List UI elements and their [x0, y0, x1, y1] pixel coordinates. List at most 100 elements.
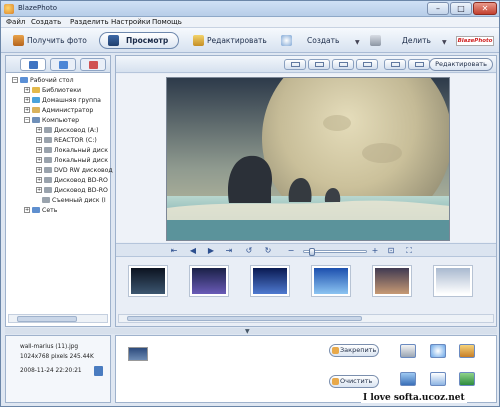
next-image-icon[interactable]: ⇥ [224, 246, 234, 255]
tree-item-label: Дисковод BD-RO [54, 187, 108, 194]
play-icon[interactable]: ▶ [206, 246, 216, 255]
tree-item[interactable]: − Рабочий стол [12, 76, 74, 86]
tree-item[interactable]: + REACTOR (C:) [36, 136, 97, 146]
slideshow-icon[interactable] [400, 372, 416, 386]
expand-icon[interactable]: + [24, 97, 30, 103]
thumbnail-lightning[interactable] [189, 265, 229, 297]
expand-icon[interactable]: + [36, 137, 42, 143]
menu-share[interactable]: Разделить [70, 18, 109, 26]
expand-icon[interactable]: + [24, 107, 30, 113]
export-icon[interactable] [459, 372, 475, 386]
scrollbar-thumb[interactable] [17, 316, 77, 322]
viewer-edit-button[interactable]: Редактировать [429, 58, 493, 71]
tab-favorites[interactable] [80, 58, 106, 71]
zoom-slider-thumb[interactable] [309, 248, 315, 256]
thumbnail-scrollbar[interactable] [118, 314, 494, 323]
save-as-icon[interactable] [459, 344, 475, 358]
pin-button[interactable]: Закрепить [329, 344, 379, 357]
tree-item[interactable]: + Локальный диск [36, 146, 108, 156]
tree-item[interactable]: + Сеть [24, 206, 57, 216]
menu-file[interactable]: Файл [6, 18, 25, 26]
tree-item[interactable]: + Дисковод BD-RO [36, 176, 108, 186]
minimize-button[interactable]: – [427, 2, 449, 15]
thumbnail-white-cloud[interactable] [433, 265, 473, 297]
expand-icon[interactable]: + [24, 87, 30, 93]
share-chevron-down-icon[interactable]: ▼ [442, 39, 447, 46]
slideshow-view-button[interactable] [384, 59, 406, 70]
folder-tree-icon [29, 61, 38, 69]
close-button[interactable]: ✕ [473, 2, 497, 15]
rotate-left-icon[interactable]: ↺ [244, 246, 254, 255]
title-bar: BlazePhoto – □ ✕ [1, 1, 499, 17]
expand-icon[interactable]: + [36, 177, 42, 183]
file-properties-icon[interactable] [94, 366, 103, 376]
previous-image-icon[interactable]: ◀ [188, 246, 198, 255]
share-label: Делить [402, 36, 431, 45]
cd-burn-icon[interactable] [430, 344, 446, 358]
edit-button[interactable]: Редактировать [191, 32, 267, 49]
folder-icon [32, 107, 40, 113]
print-icon[interactable] [400, 344, 416, 358]
tree-item[interactable]: + Дисковод (A:) [36, 126, 99, 136]
zoom-out-icon[interactable]: − [286, 246, 296, 255]
compare-view-button[interactable] [356, 59, 378, 70]
expand-icon[interactable]: + [36, 157, 42, 163]
folder-icon [44, 167, 52, 173]
menu-settings[interactable]: Настройки [111, 18, 151, 26]
grid-view-button[interactable] [308, 59, 330, 70]
tree-item[interactable]: + Локальный диск [36, 156, 108, 166]
filmstrip-view-button[interactable] [332, 59, 354, 70]
create-chevron-down-icon[interactable]: ▼ [355, 39, 360, 46]
zoom-in-icon[interactable]: + [370, 246, 380, 255]
fit-to-window-icon[interactable]: ⊡ [386, 246, 396, 255]
tree-item-label: Администратор [42, 107, 94, 114]
thumbnail-dusk-shore[interactable] [372, 265, 412, 297]
rotate-right-icon[interactable]: ↻ [263, 246, 273, 255]
fullscreen-icon[interactable]: ⛶ [404, 246, 414, 255]
app-icon [4, 4, 14, 14]
single-view-button[interactable] [284, 59, 306, 70]
main-photo[interactable] [166, 77, 450, 241]
panel-splitter[interactable]: ▼ [5, 328, 497, 335]
tree-item[interactable]: + Библиотеки [24, 86, 81, 96]
expand-icon[interactable]: + [36, 147, 42, 153]
album-icon [59, 61, 68, 69]
expand-icon[interactable]: + [36, 127, 42, 133]
folder-panel-scrollbar[interactable] [8, 314, 108, 323]
tree-item[interactable]: + DVD RW дисковод [36, 166, 113, 176]
menu-create[interactable]: Создать [31, 18, 61, 26]
tree-item[interactable]: − Компьютер [24, 116, 79, 126]
tree-item[interactable]: + Дисковод BD-RO [36, 186, 108, 196]
tray-photo-thumbnail[interactable] [128, 347, 148, 361]
moon-landscape-image [167, 78, 449, 240]
expand-icon[interactable]: + [36, 167, 42, 173]
thumbnail-night-sky[interactable] [128, 265, 168, 297]
menu-help[interactable]: Помощь [152, 18, 182, 26]
expand-icon[interactable]: + [36, 187, 42, 193]
tree-item[interactable]: + Домашняя группа [24, 96, 101, 106]
zoom-slider[interactable] [303, 248, 367, 256]
favorites-icon [89, 61, 98, 69]
email-icon[interactable] [430, 372, 446, 386]
get-photo-button[interactable]: Получить фото [11, 32, 87, 49]
thumbnail-blue-tree[interactable] [311, 265, 351, 297]
collapse-chevron-down-icon[interactable]: ▼ [245, 328, 250, 335]
clear-button[interactable]: Очистить [329, 375, 379, 388]
tree-item[interactable]: + Администратор [24, 106, 93, 116]
expand-icon[interactable]: + [24, 207, 30, 213]
tree-item[interactable]: Съемный диск (I [42, 196, 106, 206]
first-image-icon[interactable]: ⇤ [169, 246, 179, 255]
folder-icon [44, 147, 52, 153]
collapse-icon[interactable]: − [24, 117, 30, 123]
tab-albums[interactable] [50, 58, 76, 71]
camera-icon [13, 35, 24, 46]
tab-folders[interactable] [20, 58, 46, 71]
thumbnail-city-night[interactable] [250, 265, 290, 297]
scrollbar-thumb[interactable] [127, 316, 362, 321]
details-view-button[interactable] [408, 59, 430, 70]
share-button[interactable]: Делить [368, 32, 431, 49]
maximize-button[interactable]: □ [450, 2, 472, 15]
view-button[interactable]: Просмотр [99, 32, 180, 49]
create-button[interactable]: Создать [279, 32, 339, 49]
collapse-icon[interactable]: − [12, 77, 18, 83]
